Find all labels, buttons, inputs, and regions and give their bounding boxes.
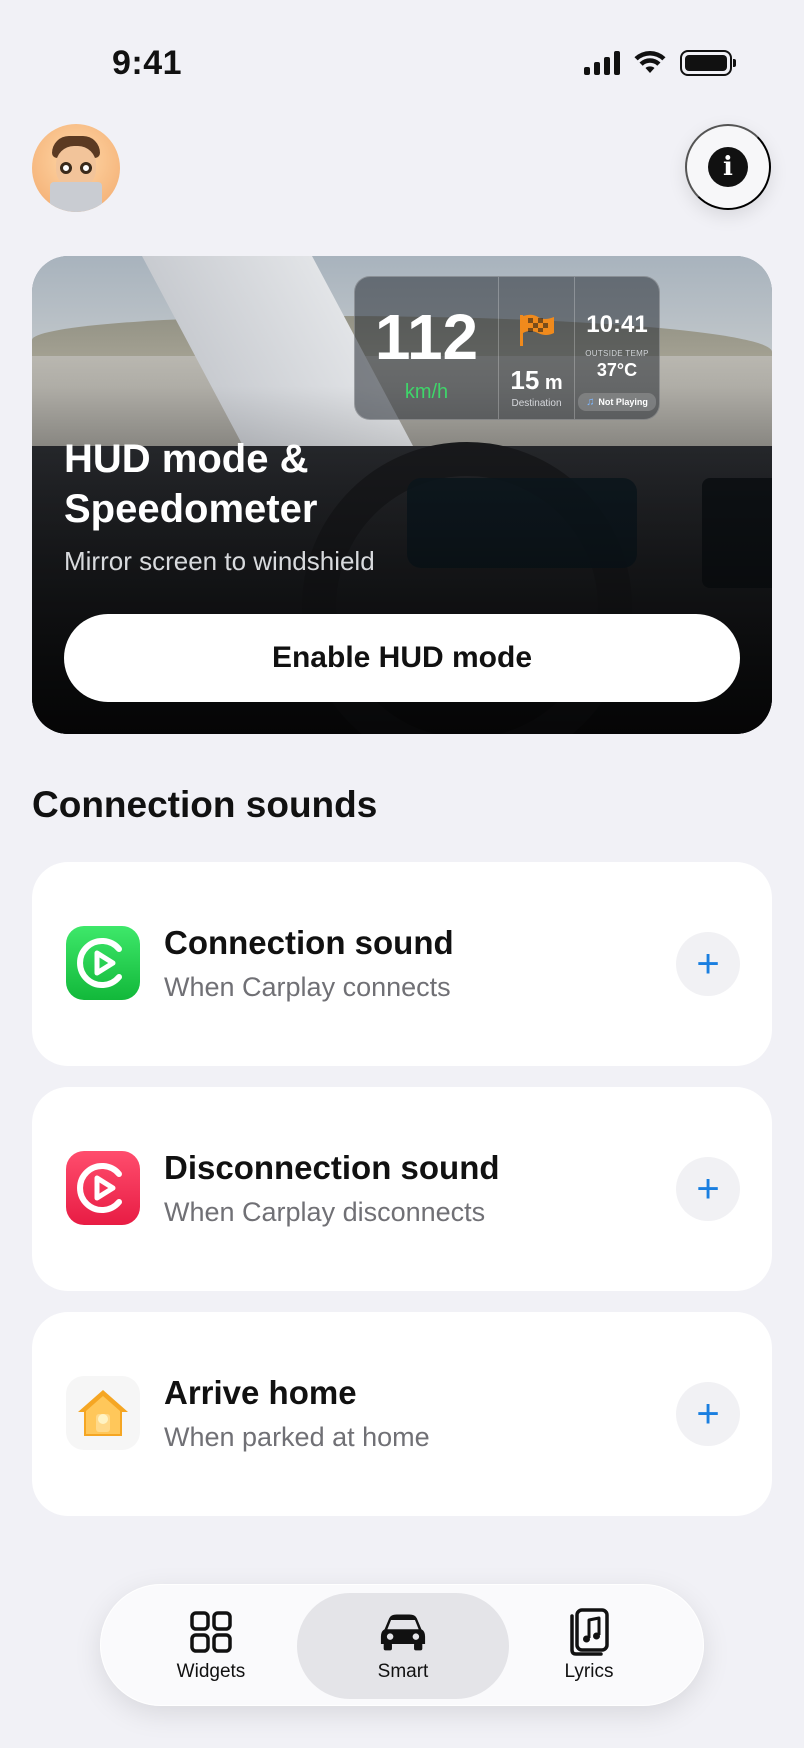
- hud-speed-section: 112 km/h: [355, 277, 499, 419]
- hud-speed-value: 112: [374, 301, 479, 373]
- sound-subtitle: When Carplay connects: [164, 972, 451, 1002]
- tab-bar: Widgets Smart Lyrics: [100, 1584, 704, 1706]
- music-note-icon: [566, 1608, 612, 1656]
- sound-subtitle: When Carplay disconnects: [164, 1197, 486, 1227]
- sound-title: Connection sound: [164, 924, 454, 961]
- status-icons: [584, 50, 736, 76]
- car-icon: [380, 1609, 426, 1655]
- grid-icon: [188, 1609, 234, 1655]
- sound-title: Arrive home: [164, 1374, 357, 1411]
- add-connection-sound-button[interactable]: +: [676, 932, 740, 996]
- hud-mode-card: 112 km/h 15 m Destination 10:41 OUTSIDE …: [32, 256, 772, 734]
- sound-title: Disconnection sound: [164, 1149, 500, 1186]
- battery-icon: [680, 50, 736, 76]
- checkered-flag-icon: [518, 313, 556, 346]
- hud-clock: 10:41: [586, 311, 648, 338]
- enable-hud-button[interactable]: Enable HUD mode: [64, 614, 740, 702]
- avatar[interactable]: [32, 124, 120, 212]
- tab-label: Widgets: [176, 1661, 246, 1682]
- tab-label: Smart: [377, 1661, 429, 1682]
- tab-smart[interactable]: Smart: [297, 1593, 509, 1699]
- add-arrive-home-sound-button[interactable]: +: [676, 1382, 740, 1446]
- hud-info-section: 10:41 OUTSIDE TEMP 37°C ♫ Not Playing: [575, 277, 659, 419]
- section-title: Connection sounds: [32, 784, 378, 825]
- now-playing-label: Not Playing: [598, 397, 648, 407]
- carplay-connect-icon: [66, 926, 140, 1000]
- hud-speed-unit: km/h: [404, 381, 449, 403]
- wifi-icon: [634, 51, 666, 73]
- sound-card-disconnection[interactable]: Disconnection sound When Carplay disconn…: [32, 1087, 772, 1291]
- tab-lyrics[interactable]: Lyrics: [499, 1593, 679, 1699]
- hud-destination-section: 15 m Destination: [499, 277, 575, 419]
- home-icon: [66, 1376, 140, 1450]
- info-icon: i: [708, 147, 748, 187]
- music-note-icon: ♫: [586, 396, 595, 408]
- carplay-disconnect-icon: [66, 1151, 140, 1225]
- hud-temp: 37°C: [596, 360, 638, 380]
- tab-label: Lyrics: [564, 1661, 614, 1682]
- hud-preview: 112 km/h 15 m Destination 10:41 OUTSIDE …: [354, 276, 660, 420]
- status-bar: 9:41: [0, 0, 804, 120]
- sound-subtitle: When parked at home: [164, 1422, 430, 1452]
- now-playing-pill: ♫ Not Playing: [578, 393, 656, 411]
- sound-card-connection[interactable]: Connection sound When Carplay connects +: [32, 862, 772, 1066]
- cellular-signal-icon: [584, 51, 620, 75]
- hud-destination-label: Destination: [511, 398, 562, 409]
- hud-card-subtitle: Mirror screen to windshield: [64, 546, 375, 576]
- tab-widgets[interactable]: Widgets: [121, 1593, 301, 1699]
- sound-card-arrive-home[interactable]: Arrive home When parked at home +: [32, 1312, 772, 1516]
- info-button[interactable]: i: [685, 124, 771, 210]
- status-time: 9:41: [112, 44, 183, 82]
- hud-card-title: HUD mode & Speedometer: [64, 437, 318, 531]
- hud-temp-label: OUTSIDE TEMP: [585, 349, 649, 358]
- add-disconnection-sound-button[interactable]: +: [676, 1157, 740, 1221]
- hud-distance: 15 m: [510, 365, 563, 395]
